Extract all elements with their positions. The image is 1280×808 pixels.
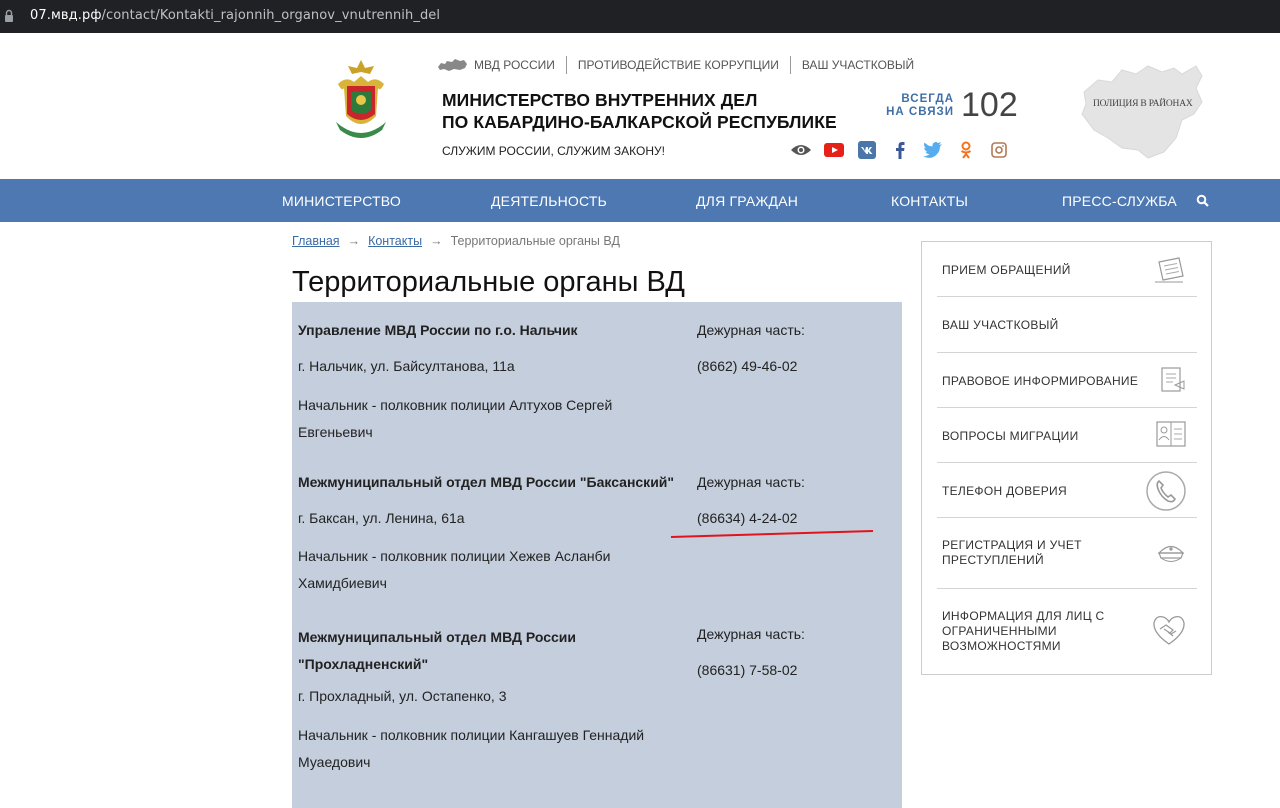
odnoklassniki-icon[interactable] <box>955 140 977 160</box>
emergency-phone-number[interactable]: 102 <box>961 86 1018 125</box>
divider <box>789 56 791 74</box>
sidebar-item-label: ТЕЛЕФОН ДОВЕРИЯ <box>942 484 1067 498</box>
department-name-line: Межмуниципальный отдел МВД России <box>298 629 576 645</box>
always-connected-label: ВСЕГДА НА СВЯЗИ <box>884 93 954 119</box>
departments-table: Управление МВД России по г.о. Нальчик г.… <box>292 302 902 808</box>
sidebar-item-trust-phone[interactable]: ТЕЛЕФОН ДОВЕРИЯ <box>937 463 1197 518</box>
arrow-right-icon: → <box>347 234 361 248</box>
breadcrumb-home-link[interactable]: Главная <box>292 234 340 248</box>
kbr-map-shape <box>1081 65 1203 159</box>
always-line-1: ВСЕГДА <box>901 93 954 105</box>
main-nav: МИНИСТЕРСТВО ДЕЯТЕЛЬНОСТЬ ДЛЯ ГРАЖДАН КО… <box>0 179 1280 222</box>
top-links: МВД РОССИИ ПРОТИВОДЕЙСТВИЕ КОРРУПЦИИ ВАШ… <box>437 56 914 74</box>
sidebar-item-label: ВОПРОСЫ МИГРАЦИИ <box>942 429 1079 443</box>
your-officer-link[interactable]: ВАШ УЧАСТКОВЫЙ <box>802 58 914 72</box>
department-name: Управление МВД России по г.о. Нальчик <box>298 322 578 338</box>
department-address: г. Нальчик, ул. Байсултанова, 11а <box>298 358 515 374</box>
lock-icon <box>5 9 13 22</box>
document-pen-icon <box>1155 257 1184 283</box>
handshake-heart-icon <box>1153 615 1185 645</box>
sidebar-item-label-line: ПРЕСТУПЛЕНИЙ <box>942 553 1044 567</box>
sidebar-item-label-line: ОГРАНИЧЕННЫМИ <box>942 624 1057 638</box>
sidebar: ПРИЕМ ОБРАЩЕНИЙ ВАШ УЧАСТКОВЫЙ ПРАВОВОЕ … <box>921 241 1212 675</box>
department-head-line: Муаедович <box>298 754 371 770</box>
sidebar-item-label-line: РЕГИСТРАЦИЯ И УЧЕТ <box>942 538 1082 552</box>
department-address: г. Баксан, ул. Ленина, 61а <box>298 510 465 526</box>
divider <box>565 56 567 74</box>
department-name: Межмуниципальный отдел МВД России "Прохл… <box>298 624 576 678</box>
facebook-icon[interactable] <box>889 140 911 160</box>
nav-item-ministry[interactable]: МИНИСТЕРСТВО <box>282 193 401 209</box>
legal-document-icon <box>1161 367 1185 392</box>
title-line-1: МИНИСТЕРСТВО ВНУТРЕННИХ ДЕЛ <box>442 90 758 110</box>
sidebar-item-disability-info[interactable]: ИНФОРМАЦИЯ ДЛЯ ЛИЦ С ОГРАНИЧЕННЫМИ ВОЗМО… <box>937 589 1197 675</box>
phone-icon <box>1146 471 1186 511</box>
search-icon[interactable] <box>1196 194 1209 207</box>
duty-label: Дежурная часть: <box>697 474 805 490</box>
sidebar-item-label: ИНФОРМАЦИЯ ДЛЯ ЛИЦ С ОГРАНИЧЕННЫМИ ВОЗМО… <box>942 609 1105 654</box>
sidebar-item-appeals[interactable]: ПРИЕМ ОБРАЩЕНИЙ <box>937 242 1197 297</box>
nav-item-for-citizens[interactable]: ДЛЯ ГРАЖДАН <box>696 193 798 209</box>
breadcrumb-contacts-link[interactable]: Контакты <box>368 234 422 248</box>
badge-label: ПОЛИЦИЯ В РАЙОНАХ <box>1093 99 1193 109</box>
instagram-icon[interactable] <box>988 140 1010 160</box>
russia-map-icon <box>438 59 467 71</box>
breadcrumb-current: Территориальные органы ВД <box>450 234 620 248</box>
department-head: Начальник - полковник полиции Кангашуев … <box>298 722 644 776</box>
department-head-line: Начальник - полковник полиции Кангашуев … <box>298 727 645 743</box>
page-title: Территориальные органы ВД <box>292 266 685 298</box>
twitter-icon[interactable] <box>922 140 944 160</box>
ministry-title[interactable]: МИНИСТЕРСТВО ВНУТРЕННИХ ДЕЛ ПО КАБАРДИНО… <box>442 89 837 133</box>
mvd-emblem-logo[interactable] <box>332 58 390 144</box>
sidebar-item-label: ПРИЕМ ОБРАЩЕНИЙ <box>942 263 1071 277</box>
duty-phone: (86631) 7-58-02 <box>697 662 798 678</box>
sidebar-item-label-line: ИНФОРМАЦИЯ ДЛЯ ЛИЦ С <box>942 609 1105 623</box>
sidebar-item-crime-registration[interactable]: РЕГИСТРАЦИЯ И УЧЕТ ПРЕСТУПЛЕНИЙ <box>937 518 1197 589</box>
eye-icon[interactable] <box>790 140 812 160</box>
department-head-line: Хамидбиевич <box>298 575 387 591</box>
vk-icon[interactable] <box>856 140 878 160</box>
sidebar-item-label: ВАШ УЧАСТКОВЫЙ <box>942 318 1059 332</box>
anti-corruption-link[interactable]: ПРОТИВОДЕЙСТВИЕ КОРРУПЦИИ <box>578 58 779 72</box>
department-address: г. Прохладный, ул. Остапенко, 3 <box>298 688 507 704</box>
sidebar-item-migration[interactable]: ВОПРОСЫ МИГРАЦИИ <box>937 408 1197 463</box>
youtube-icon[interactable] <box>823 140 845 160</box>
police-cap-icon <box>1157 545 1185 562</box>
department-head-line: Евгеньевич <box>298 424 373 440</box>
passport-icon <box>1156 421 1186 447</box>
sidebar-item-legal-info[interactable]: ПРАВОВОЕ ИНФОРМИРОВАНИЕ <box>937 353 1197 408</box>
police-in-districts-badge[interactable]: ПОЛИЦИЯ В РАЙОНАХ <box>1078 62 1206 160</box>
title-line-2: ПО КАБАРДИНО-БАЛКАРСКОЙ РЕСПУБЛИКЕ <box>442 112 837 132</box>
nav-item-contacts[interactable]: КОНТАКТЫ <box>891 193 968 209</box>
mvd-russia-link[interactable]: МВД РОССИИ <box>474 58 555 72</box>
department-head-line: Начальник - полковник полиции Алтухов Се… <box>298 397 613 413</box>
duty-phone: (86634) 4-24-02 <box>697 510 798 526</box>
department-head: Начальник - полковник полиции Алтухов Се… <box>298 392 612 446</box>
breadcrumb: Главная → Контакты → Территориальные органы … <box>292 234 620 248</box>
department-head: Начальник - полковник полиции Хежев Асла… <box>298 543 610 597</box>
department-head-line: Начальник - полковник полиции Хежев Асла… <box>298 548 611 564</box>
always-line-2: НА СВЯЗИ <box>886 106 954 118</box>
sidebar-item-your-officer[interactable]: ВАШ УЧАСТКОВЫЙ <box>937 297 1197 353</box>
department-name-line: "Прохладненский" <box>298 656 429 672</box>
sidebar-item-label-line: ВОЗМОЖНОСТЯМИ <box>942 639 1061 653</box>
motto: СЛУЖИМ РОССИИ, СЛУЖИМ ЗАКОНУ! <box>442 144 665 158</box>
social-links <box>790 140 1021 160</box>
nav-item-activity[interactable]: ДЕЯТЕЛЬНОСТЬ <box>491 193 607 209</box>
nav-item-press-service[interactable]: ПРЕСС-СЛУЖБА <box>1062 193 1177 209</box>
department-name: Межмуниципальный отдел МВД России "Бакса… <box>298 474 675 490</box>
url-text[interactable]: 07.мвд.рф/contact/Kontakti_rajonnih_orga… <box>30 8 440 23</box>
sidebar-item-label: ПРАВОВОЕ ИНФОРМИРОВАНИЕ <box>942 374 1139 388</box>
duty-label: Дежурная часть: <box>697 626 805 642</box>
sidebar-item-label: РЕГИСТРАЦИЯ И УЧЕТ ПРЕСТУПЛЕНИЙ <box>942 538 1082 568</box>
browser-address-bar[interactable]: 07.мвд.рф/contact/Kontakti_rajonnih_orga… <box>0 0 1280 33</box>
duty-label: Дежурная часть: <box>697 322 805 338</box>
duty-phone: (8662) 49-46-02 <box>697 358 798 374</box>
red-underline-annotation <box>670 530 874 538</box>
arrow-right-icon: → <box>430 234 443 248</box>
